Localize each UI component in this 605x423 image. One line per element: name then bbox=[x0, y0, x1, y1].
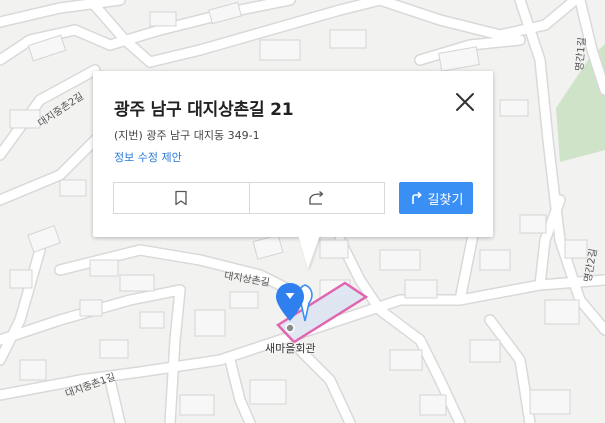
share-button[interactable] bbox=[248, 183, 385, 213]
place-popup: 광주 남구 대지상촌길 21 (지번) 광주 남구 대지동 349-1 정보 수… bbox=[93, 71, 493, 269]
place-address-title: 광주 남구 대지상촌길 21 bbox=[114, 100, 294, 120]
route-arrow-icon bbox=[411, 191, 422, 204]
route-button[interactable]: 길찾기 bbox=[399, 182, 473, 214]
close-icon[interactable] bbox=[454, 91, 476, 113]
edit-suggestion-link[interactable]: 정보 수정 제안 bbox=[114, 149, 182, 165]
jibun-address: (지번) 광주 남구 대지동 349-1 bbox=[114, 129, 260, 142]
action-button-group bbox=[113, 182, 385, 214]
save-button[interactable] bbox=[114, 183, 249, 213]
poi-label: 새마을회관 bbox=[265, 342, 316, 355]
location-pin-icon[interactable] bbox=[275, 281, 315, 333]
bookmark-icon bbox=[175, 190, 187, 206]
route-button-label: 길찾기 bbox=[427, 192, 464, 208]
share-icon bbox=[309, 191, 323, 205]
popup-tail bbox=[298, 235, 320, 269]
